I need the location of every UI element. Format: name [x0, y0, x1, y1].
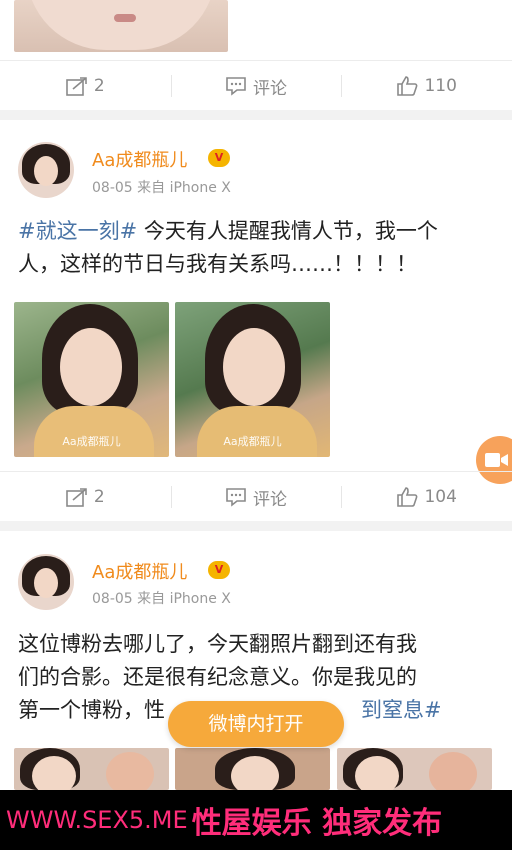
post-meta: 08-05 来自 iPhone X: [92, 591, 231, 607]
repost-button[interactable]: 2: [0, 61, 171, 111]
open-in-weibo-button[interactable]: 微博内打开: [168, 701, 344, 747]
avatar[interactable]: [18, 554, 74, 610]
comment-icon: [226, 488, 246, 507]
post-text-line: 这位博粉去哪儿了，今天翻照片翻到还有我: [18, 632, 417, 656]
post-separator: [0, 521, 512, 531]
photo-subject-face: [231, 756, 279, 790]
comment-button[interactable]: 评论: [170, 472, 342, 522]
username[interactable]: Aa成都瓶儿: [92, 558, 187, 584]
avatar-face: [34, 568, 58, 598]
post-text-segment: 今天有人提醒我情人节，我一个: [137, 219, 438, 243]
like-icon: [397, 76, 418, 96]
photo-subject: [26, 0, 216, 50]
repost-icon: [66, 77, 87, 96]
comment-button[interactable]: 评论: [170, 61, 342, 111]
photo-subject-face: [32, 756, 76, 790]
banner-slogan: 性屋娱乐 独家发布: [191, 806, 443, 841]
photo-subject-face: [429, 752, 477, 790]
post-separator: [0, 110, 512, 120]
photo-subject-lips: [114, 14, 136, 22]
hashtag-link[interactable]: #就这一刻#: [18, 219, 137, 243]
like-button[interactable]: 104: [341, 472, 512, 522]
photo-subject-face: [355, 756, 399, 790]
post-text-line: #就这一刻# 今天有人提醒我情人节，我一个: [18, 215, 494, 248]
comment-label: 评论: [253, 489, 287, 510]
post-text-segment: 第一个博粉，: [18, 698, 144, 722]
post-text-line: 人，这样的节日与我有关系吗……！！！！: [18, 252, 417, 276]
photo-subject-face: [60, 328, 122, 406]
like-button[interactable]: 110: [341, 61, 512, 111]
vip-badge-icon: V: [208, 561, 230, 579]
username[interactable]: Aa成都瓶儿: [92, 146, 187, 172]
like-count: 104: [424, 487, 457, 507]
avatar-face: [34, 156, 58, 186]
post3-image-2[interactable]: [175, 748, 330, 790]
video-camera-icon: [485, 453, 508, 467]
photo-subject-face: [106, 752, 154, 790]
post-text-line: 们的合影。还是很有纪念意义。你是我见的: [18, 665, 417, 689]
photo-subject-face: [223, 328, 285, 406]
hashtag-link[interactable]: 到窒息#: [361, 698, 442, 722]
vip-badge-icon: V: [208, 149, 230, 167]
post2-action-bar: 2 评论 104: [0, 471, 512, 522]
photo-subject-body: [197, 406, 317, 457]
repost-count: 2: [93, 487, 105, 507]
photo-watermark: Aa成都瓶儿: [62, 435, 121, 448]
post2-image-2[interactable]: Aa成都瓶儿: [175, 302, 330, 457]
comment-icon: [226, 77, 246, 96]
repost-icon: [66, 488, 87, 507]
post-meta: 08-05 来自 iPhone X: [92, 180, 231, 196]
repost-count: 2: [93, 76, 105, 96]
promo-banner[interactable]: WWW.SEX5.ME 性屋娱乐 独家发布: [0, 790, 512, 850]
photo-subject-body: [34, 406, 154, 457]
post3-image-1[interactable]: [14, 748, 169, 790]
like-count: 110: [424, 76, 457, 96]
post1-photo[interactable]: [14, 0, 228, 52]
post1-action-bar: 2 评论 110: [0, 60, 512, 111]
post3-image-3[interactable]: [337, 748, 492, 790]
post2-image-1[interactable]: Aa成都瓶儿: [14, 302, 169, 457]
post-text: #就这一刻# 今天有人提醒我情人节，我一个 人，这样的节日与我有关系吗……！！！…: [18, 215, 494, 281]
avatar[interactable]: [18, 142, 74, 198]
comment-label: 评论: [253, 78, 287, 99]
photo-watermark: Aa成都瓶儿: [223, 435, 282, 448]
post-text-segment: 性: [144, 698, 165, 722]
repost-button[interactable]: 2: [0, 472, 171, 522]
banner-site: WWW.SEX5.ME: [6, 806, 188, 834]
like-icon: [397, 487, 418, 507]
